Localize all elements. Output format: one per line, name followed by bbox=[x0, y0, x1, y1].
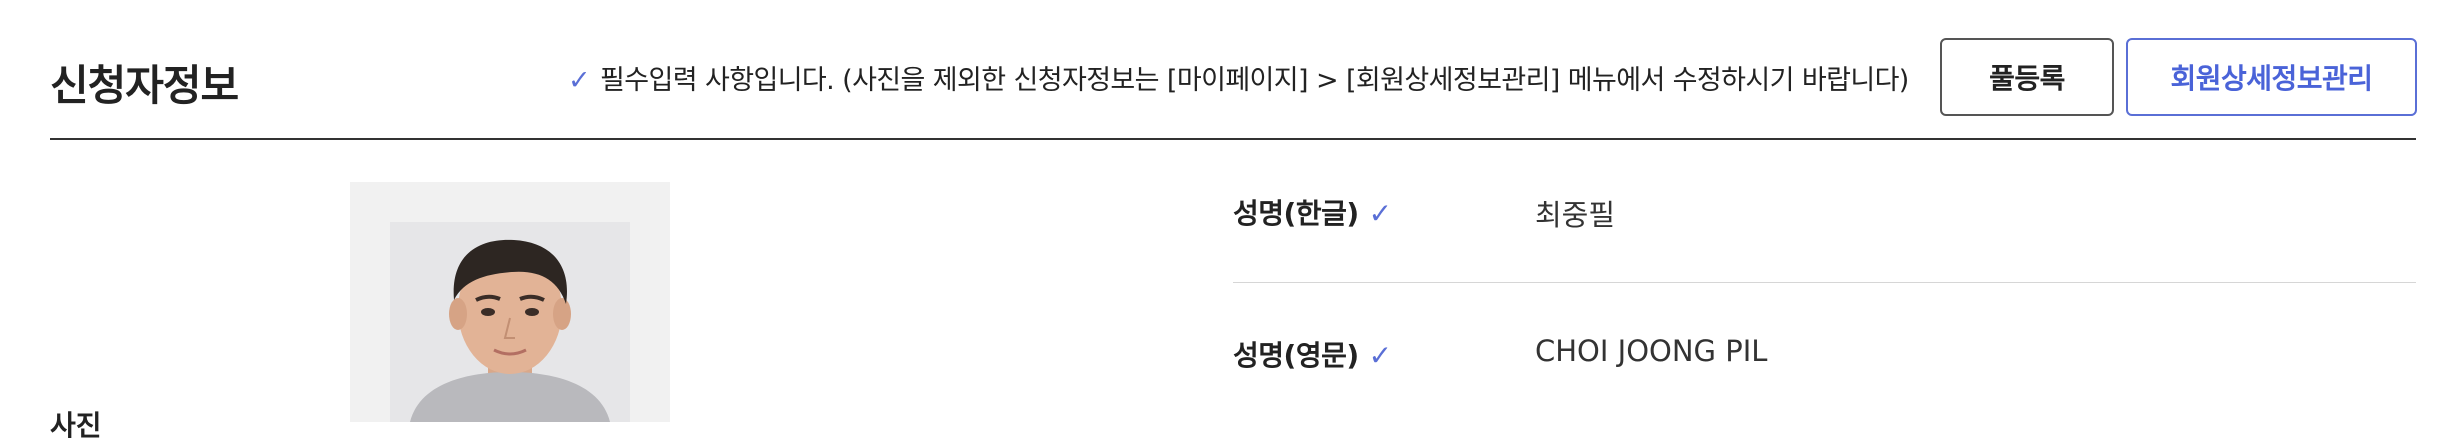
name-english-value: CHOI JOONG PIL bbox=[1535, 334, 1768, 368]
name-korean-value: 최중필 bbox=[1535, 198, 1616, 232]
name-english-label: 성명(영문) ✓ bbox=[1233, 334, 1392, 374]
check-icon: ✓ bbox=[568, 65, 591, 96]
check-icon: ✓ bbox=[1368, 339, 1392, 372]
person-portrait-icon bbox=[390, 222, 630, 422]
required-notice-text: 필수입력 사항입니다. (사진을 제외한 신청자정보는 [마이페이지] > [회… bbox=[600, 65, 1909, 96]
check-icon: ✓ bbox=[1368, 197, 1392, 230]
photo-label: 사진 bbox=[50, 409, 102, 442]
member-detail-button[interactable]: 회원상세정보관리 bbox=[2126, 38, 2417, 116]
section-divider bbox=[50, 138, 2416, 140]
section-header: 신청자정보 ✓ 필수입력 사항입니다. (사진을 제외한 신청자정보는 [마이페이… bbox=[0, 0, 2442, 140]
name-english-label-text: 성명(영문) bbox=[1233, 339, 1359, 372]
applicant-photo bbox=[390, 222, 630, 422]
photo-frame bbox=[350, 182, 670, 422]
name-korean-label-text: 성명(한글) bbox=[1233, 197, 1359, 230]
field-divider bbox=[1233, 282, 2416, 283]
register-button[interactable]: 풀등록 bbox=[1940, 38, 2114, 116]
name-korean-label: 성명(한글) ✓ bbox=[1233, 192, 1392, 232]
section-title: 신청자정보 bbox=[50, 61, 239, 110]
required-notice: ✓ 필수입력 사항입니다. (사진을 제외한 신청자정보는 [마이페이지] > [… bbox=[568, 58, 1909, 97]
